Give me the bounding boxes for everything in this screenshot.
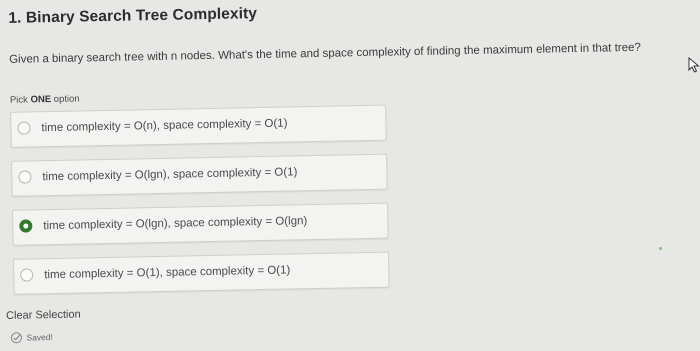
mouse-pointer-icon bbox=[688, 57, 700, 73]
pick-instruction: Pick ONE option bbox=[10, 93, 80, 105]
option-label: time complexity = O(lgn), space complexi… bbox=[43, 215, 308, 233]
clear-selection-link[interactable]: Clear Selection bbox=[6, 309, 81, 322]
saved-status: Saved! bbox=[10, 331, 53, 344]
screen-speck bbox=[659, 247, 662, 250]
options-list: time complexity = O(n), space complexity… bbox=[10, 104, 390, 308]
option-label: time complexity = O(n), space complexity… bbox=[41, 117, 288, 135]
saved-label: Saved! bbox=[26, 332, 54, 343]
radio-button[interactable] bbox=[18, 170, 32, 184]
radio-button[interactable] bbox=[17, 121, 31, 135]
option-1[interactable]: time complexity = O(n), space complexity… bbox=[10, 104, 387, 148]
check-circle-icon bbox=[10, 332, 22, 344]
pick-instruction-suffix: option bbox=[51, 93, 80, 106]
pick-instruction-bold: ONE bbox=[30, 94, 52, 106]
pick-instruction-prefix: Pick bbox=[9, 94, 31, 106]
option-label: time complexity = O(lgn), space complexi… bbox=[42, 166, 298, 184]
radio-button[interactable] bbox=[20, 268, 34, 282]
option-label: time complexity = O(1), space complexity… bbox=[44, 264, 291, 282]
question-text: Given a binary search tree with n nodes.… bbox=[9, 41, 641, 66]
radio-button-selected[interactable] bbox=[19, 219, 33, 233]
question-panel: 1. Binary Search Tree Complexity Given a… bbox=[0, 0, 700, 351]
question-title: 1. Binary Search Tree Complexity bbox=[8, 5, 258, 27]
option-3[interactable]: time complexity = O(lgn), space complexi… bbox=[12, 202, 389, 246]
option-4[interactable]: time complexity = O(1), space complexity… bbox=[12, 251, 390, 295]
option-2[interactable]: time complexity = O(lgn), space complexi… bbox=[11, 153, 388, 197]
